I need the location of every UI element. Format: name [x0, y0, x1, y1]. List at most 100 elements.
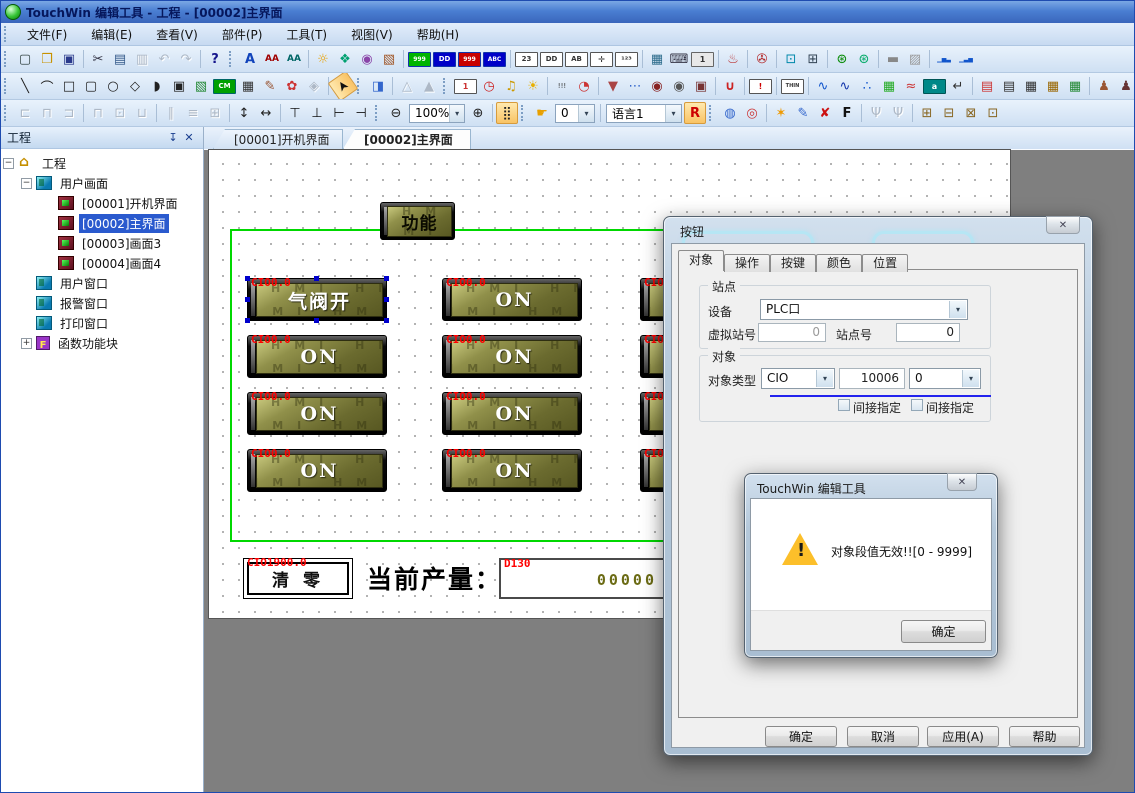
bar-chart2-icon[interactable]: ▁▃▅: [955, 48, 977, 70]
close-icon[interactable]: ✕: [947, 473, 977, 491]
same-width-icon[interactable]: ∥: [160, 102, 182, 124]
open-file-icon[interactable]: ❒: [36, 48, 58, 70]
tab-screen-2[interactable]: [00002]主界面✕: [343, 129, 471, 149]
hmi-button[interactable]: CIO0.0 HMI HMI HMI HMI HMI HMI ON: [442, 392, 582, 435]
new-event-icon[interactable]: ✶: [770, 102, 792, 124]
digital-display-icon[interactable]: 999: [408, 52, 431, 67]
menu-item[interactable]: 视图(V): [339, 23, 405, 46]
window-new-icon[interactable]: ⊞: [802, 48, 824, 70]
thin-button-icon[interactable]: THIN: [781, 79, 804, 94]
object-bit-combo[interactable]: 0 ▾: [909, 368, 981, 389]
message-ok-button[interactable]: 确定: [901, 620, 986, 643]
tree-item-print-window[interactable]: 打印窗口: [1, 313, 203, 333]
text-display-icon[interactable]: ABC: [483, 52, 506, 67]
lcd-panel-icon[interactable]: ▦: [646, 48, 668, 70]
delete-event-icon[interactable]: ✘: [814, 102, 836, 124]
tree-item-screen-1[interactable]: [00001]开机界面: [1, 193, 203, 213]
chevron-down-icon[interactable]: ▾: [816, 370, 833, 387]
dialog-ok-button[interactable]: 确定: [765, 726, 837, 747]
bar-chart-icon[interactable]: ▁▅▃: [933, 48, 955, 70]
xy-trend-icon[interactable]: ∿: [834, 75, 856, 97]
antenna-2-icon[interactable]: Ψ: [887, 102, 909, 124]
valve-u-icon[interactable]: ∪: [719, 75, 741, 97]
scene-1-icon[interactable]: △: [396, 75, 418, 97]
align-bottom-icon[interactable]: ⊔: [131, 102, 153, 124]
dialog-apply-button[interactable]: 应用(A): [927, 726, 999, 747]
pump-2-icon[interactable]: ◉: [668, 75, 690, 97]
upload-globe-icon[interactable]: ⊛: [853, 48, 875, 70]
chevron-down-icon[interactable]: ▾: [578, 105, 594, 122]
tree-item-user-window[interactable]: 用户窗口: [1, 273, 203, 293]
hmi-button[interactable]: CIO0.0 HMI HMI HMI HMI HMI HMI ON: [247, 449, 387, 492]
data-input-icon[interactable]: DD: [540, 52, 563, 67]
download-globe-icon[interactable]: ⊛: [831, 48, 853, 70]
zoom-out-button[interactable]: ⊖: [385, 102, 407, 124]
hmi-button[interactable]: CIO0.0 HMI HMI HMI HMI HMI HMI ON: [442, 278, 582, 321]
dialog-cancel-button[interactable]: 取消: [847, 726, 919, 747]
dialog-help-button[interactable]: 帮助: [1009, 726, 1080, 747]
machine-part-icon[interactable]: ▣: [690, 75, 712, 97]
device-box-4-icon[interactable]: ⊡: [982, 102, 1004, 124]
tree-expander[interactable]: −: [3, 158, 14, 169]
snap-left-icon[interactable]: ⊢: [328, 102, 350, 124]
menu-item[interactable]: 部件(P): [210, 23, 275, 46]
align-right-icon[interactable]: ⊐: [58, 102, 80, 124]
align-left-icon[interactable]: ⊏: [14, 102, 36, 124]
hmi-button[interactable]: CIO0.0 HMI HMI HMI HMI HMI HMI ON: [247, 392, 387, 435]
space-horizontal-icon[interactable]: ↔: [255, 102, 277, 124]
operator-2-icon[interactable]: ♟: [1115, 75, 1134, 97]
dots-part-icon[interactable]: ⋯: [624, 75, 646, 97]
meter-part-icon[interactable]: ◔: [573, 75, 595, 97]
draw-polygon-icon[interactable]: ◇: [124, 75, 146, 97]
function-key-icon[interactable]: F: [836, 102, 858, 124]
tree-item-project[interactable]: − 工程: [1, 153, 203, 173]
funnel-part-icon[interactable]: ▼: [602, 75, 624, 97]
chevron-down-icon[interactable]: ▾: [949, 301, 966, 318]
menu-item[interactable]: 帮助(H): [405, 23, 471, 46]
device-box-3-icon[interactable]: ⊠: [960, 102, 982, 124]
operator-1-icon[interactable]: ♟: [1093, 75, 1115, 97]
data-display-icon[interactable]: DD: [433, 52, 456, 67]
digital-input-icon[interactable]: 23: [515, 52, 538, 67]
palette-icon[interactable]: ✿: [281, 75, 303, 97]
lamp-part-icon[interactable]: ☼: [312, 48, 334, 70]
knob-part-icon[interactable]: ◉: [356, 48, 378, 70]
device-box-2-icon[interactable]: ⊟: [938, 102, 960, 124]
new-file-icon[interactable]: ▢: [14, 48, 36, 70]
dialog-tab-position[interactable]: 位置: [862, 254, 908, 272]
tree-item-alarm-window[interactable]: 报警窗口: [1, 293, 203, 313]
align-top-icon[interactable]: ⊓: [87, 102, 109, 124]
pin-icon[interactable]: ↧: [165, 131, 181, 144]
tree-item-screen-3[interactable]: [00003]画面3: [1, 233, 203, 253]
plate-icon[interactable]: ▬: [882, 48, 904, 70]
draw-roundrect-icon[interactable]: ▢: [80, 75, 102, 97]
dialog-tab-object[interactable]: 对象: [678, 250, 724, 271]
draw-frame-icon[interactable]: ▣: [168, 75, 190, 97]
cut-icon[interactable]: ✂: [87, 48, 109, 70]
clock-part-icon[interactable]: ◷: [478, 75, 500, 97]
zoom-level-combo[interactable]: 100% ▾: [409, 104, 465, 123]
touch-value-combo[interactable]: 0 ▾: [555, 104, 595, 123]
space-vertical-icon[interactable]: ↕: [233, 102, 255, 124]
device-combo[interactable]: PLC口 ▾: [760, 299, 968, 320]
snap-top-icon[interactable]: ⊤: [284, 102, 306, 124]
tree-expander[interactable]: +: [21, 338, 32, 349]
zoom-in-button[interactable]: ⊕: [467, 102, 489, 124]
object-address-input[interactable]: 10006: [839, 368, 905, 389]
valve-part-icon[interactable]: ❖: [334, 48, 356, 70]
sample-table-icon[interactable]: ▦: [1042, 75, 1064, 97]
date-part-icon[interactable]: 1: [454, 79, 477, 94]
tree-item-screen-4[interactable]: [00004]画面4: [1, 253, 203, 273]
dialog-tab-color[interactable]: 颜色: [816, 254, 862, 272]
draw-line-icon[interactable]: ╲: [14, 75, 36, 97]
copy-icon[interactable]: ▤: [109, 48, 131, 70]
hmi-button-valve[interactable]: CIO0.0 HMI HMI HMI HMI HMI HMI 气阀开: [247, 278, 387, 321]
same-size-icon[interactable]: ⊞: [204, 102, 226, 124]
selection-handle[interactable]: [384, 276, 389, 281]
backlight-part-icon[interactable]: ☀: [522, 75, 544, 97]
alarm-display-icon[interactable]: 999: [458, 52, 481, 67]
chevron-down-icon[interactable]: ▾: [962, 370, 979, 387]
dot-matrix-icon[interactable]: ▦: [237, 75, 259, 97]
menu-item[interactable]: 编辑(E): [79, 23, 144, 46]
mask-1-icon[interactable]: ◍: [719, 102, 741, 124]
